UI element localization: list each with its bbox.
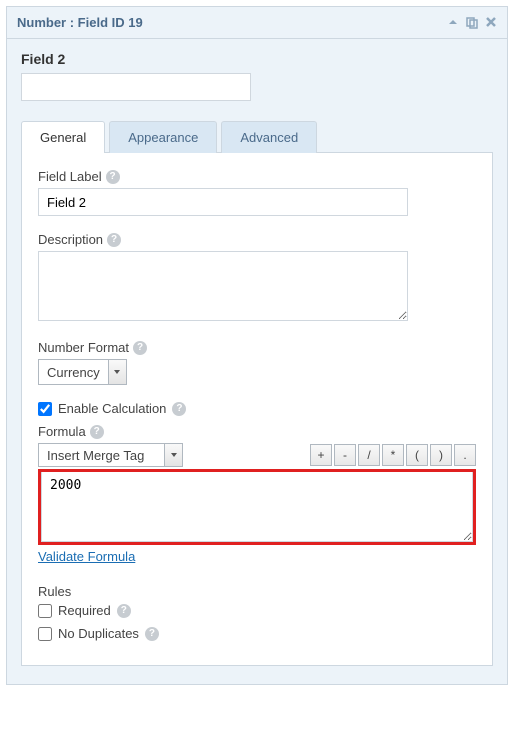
operator-plus-button[interactable]: + — [310, 444, 332, 466]
field-name-heading: Field 2 — [21, 51, 493, 67]
operator-buttons: + - / * ( ) . — [310, 444, 476, 466]
required-checkbox[interactable] — [38, 604, 52, 618]
no-duplicates-checkbox[interactable] — [38, 627, 52, 641]
number-format-label: Number Format ? — [38, 340, 476, 355]
panel-actions — [447, 16, 497, 30]
no-duplicates-row: No Duplicates ? — [38, 626, 476, 641]
help-icon[interactable]: ? — [133, 341, 147, 355]
required-label: Required — [58, 603, 111, 618]
required-row: Required ? — [38, 603, 476, 618]
chevron-down-icon[interactable] — [108, 360, 126, 384]
help-icon[interactable]: ? — [107, 233, 121, 247]
field-label-input[interactable] — [38, 188, 408, 216]
insert-merge-tag-select[interactable]: Insert Merge Tag — [38, 443, 183, 467]
operator-multiply-button[interactable]: * — [382, 444, 404, 466]
tab-appearance[interactable]: Appearance — [109, 121, 217, 153]
tab-advanced[interactable]: Advanced — [221, 121, 317, 153]
operator-close-paren-button[interactable]: ) — [430, 444, 452, 466]
tab-general[interactable]: General — [21, 121, 105, 153]
tabs: General Appearance Advanced — [21, 121, 493, 153]
operator-open-paren-button[interactable]: ( — [406, 444, 428, 466]
number-format-value: Currency — [39, 360, 108, 384]
description-label: Description ? — [38, 232, 476, 247]
formula-toolbar: Insert Merge Tag + - / * ( ) . — [38, 443, 476, 467]
formula-label: Formula ? — [38, 424, 476, 439]
panel-body: Field 2 General Appearance Advanced Fiel… — [7, 39, 507, 684]
panel-title: Number : Field ID 19 — [17, 15, 447, 30]
number-format-label-text: Number Format — [38, 340, 129, 355]
duplicate-icon[interactable] — [465, 16, 479, 30]
no-duplicates-label: No Duplicates — [58, 626, 139, 641]
operator-divide-button[interactable]: / — [358, 444, 380, 466]
help-icon[interactable]: ? — [117, 604, 131, 618]
enable-calculation-label: Enable Calculation — [58, 401, 166, 416]
close-icon[interactable] — [485, 16, 497, 30]
panel-header: Number : Field ID 19 — [7, 7, 507, 39]
field-preview-input[interactable] — [21, 73, 251, 101]
field-settings-panel: Number : Field ID 19 Field 2 General App… — [6, 6, 508, 685]
description-textarea[interactable] — [38, 251, 408, 321]
help-icon[interactable]: ? — [172, 402, 186, 416]
help-icon[interactable]: ? — [106, 170, 120, 184]
formula-textarea[interactable] — [41, 472, 473, 542]
insert-merge-tag-value: Insert Merge Tag — [39, 444, 164, 466]
number-format-select[interactable]: Currency — [38, 359, 127, 385]
tab-content-general: Field Label ? Description ? Number Forma… — [21, 152, 493, 666]
rules-heading: Rules — [38, 584, 476, 599]
operator-minus-button[interactable]: - — [334, 444, 356, 466]
validate-formula-link[interactable]: Validate Formula — [38, 549, 135, 564]
enable-calculation-checkbox[interactable] — [38, 402, 52, 416]
formula-highlight-box — [38, 469, 476, 545]
field-label-label: Field Label ? — [38, 169, 476, 184]
field-label-text: Field Label — [38, 169, 102, 184]
operator-dot-button[interactable]: . — [454, 444, 476, 466]
help-icon[interactable]: ? — [145, 627, 159, 641]
help-icon[interactable]: ? — [90, 425, 104, 439]
chevron-down-icon[interactable] — [164, 444, 182, 466]
enable-calculation-row: Enable Calculation ? — [38, 401, 476, 416]
collapse-icon[interactable] — [447, 16, 459, 30]
description-label-text: Description — [38, 232, 103, 247]
formula-label-text: Formula — [38, 424, 86, 439]
